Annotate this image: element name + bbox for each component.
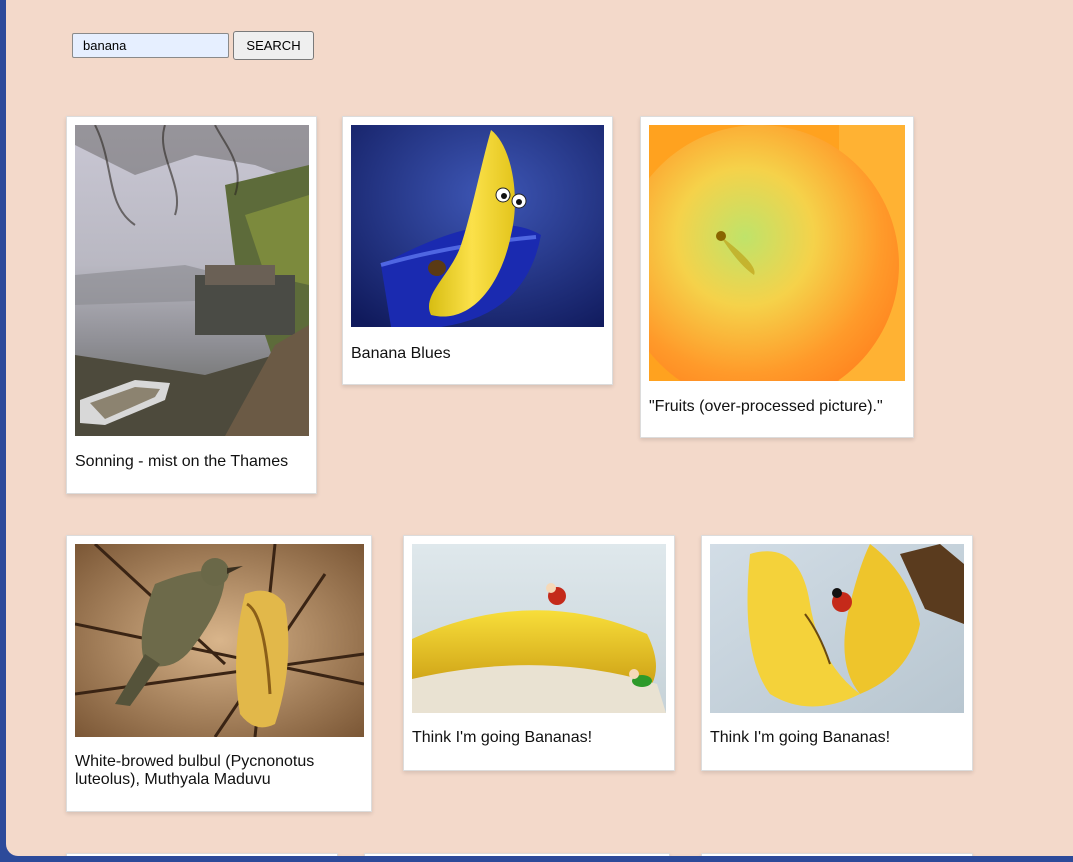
search-input[interactable] bbox=[72, 33, 229, 58]
result-title: Think I'm going Bananas! bbox=[412, 729, 593, 746]
result-card[interactable] bbox=[701, 853, 973, 856]
result-title: Think I'm going Bananas! bbox=[710, 729, 891, 746]
result-image[interactable] bbox=[351, 125, 604, 327]
result-card[interactable]: Banana Blues bbox=[342, 116, 613, 385]
app-window: SEARCH bbox=[6, 0, 1073, 856]
search-button[interactable]: SEARCH bbox=[233, 31, 314, 60]
result-title: "Fruits (over-processed picture)." bbox=[649, 398, 883, 415]
result-card[interactable]: Think I'm going Bananas! bbox=[701, 535, 973, 771]
result-card[interactable]: "Fruits (over-processed picture)." bbox=[640, 116, 914, 438]
result-image[interactable] bbox=[649, 125, 905, 381]
result-card[interactable]: Think I'm going Bananas! bbox=[403, 535, 675, 771]
result-title: White-browed bulbul (Pycnonotus luteolus… bbox=[75, 753, 315, 788]
result-title: Banana Blues bbox=[351, 345, 451, 362]
result-card[interactable]: Sonning - mist on the Thames bbox=[66, 116, 317, 494]
result-image[interactable] bbox=[412, 544, 666, 713]
result-card[interactable]: White-browed bulbul (Pycnonotus luteolus… bbox=[66, 535, 372, 812]
result-card[interactable] bbox=[364, 853, 670, 856]
result-image[interactable] bbox=[75, 544, 364, 737]
result-card[interactable] bbox=[66, 853, 338, 856]
result-image[interactable] bbox=[75, 125, 309, 436]
result-image[interactable] bbox=[710, 544, 964, 713]
search-bar: SEARCH bbox=[72, 31, 314, 60]
result-title: Sonning - mist on the Thames bbox=[75, 453, 289, 470]
